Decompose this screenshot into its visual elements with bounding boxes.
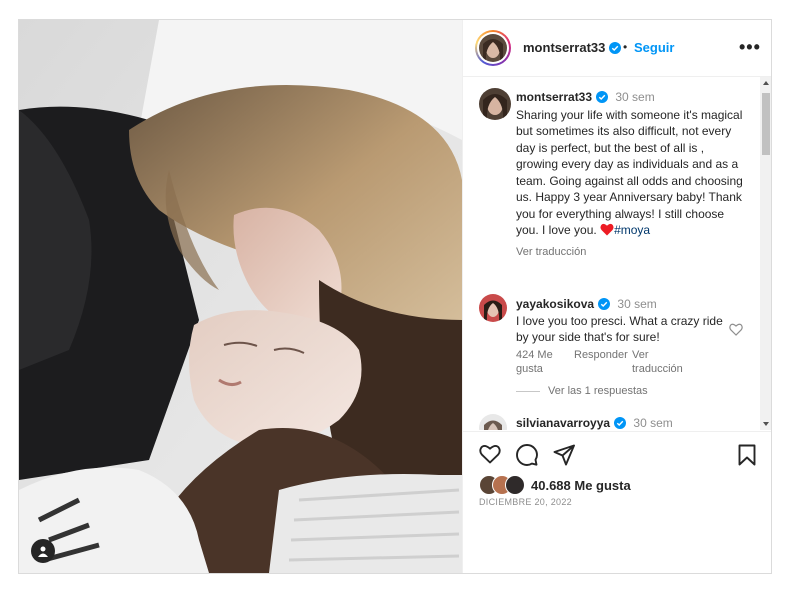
bookmark-icon[interactable] bbox=[738, 444, 756, 466]
comment-username[interactable]: silvianavarroyya bbox=[516, 416, 610, 430]
more-options-icon[interactable]: ••• bbox=[739, 37, 761, 58]
scrollbar-thumb[interactable] bbox=[762, 93, 770, 155]
red-heart-icon bbox=[600, 223, 614, 236]
view-replies-label: Ver las 1 respuestas bbox=[548, 385, 648, 397]
avatar bbox=[479, 34, 507, 62]
caption: montserrat33 30 sem Sharing your life wi… bbox=[516, 89, 748, 260]
comment-text: I love you too presci. What a crazy ride… bbox=[516, 313, 723, 345]
story-ring[interactable] bbox=[475, 30, 511, 66]
replies-divider bbox=[516, 390, 540, 392]
verified-badge-icon bbox=[598, 298, 611, 310]
heart-icon[interactable] bbox=[729, 323, 743, 336]
comment-timestamp[interactable]: 30 sem bbox=[633, 416, 672, 430]
post-date[interactable]: DICIEMBRE 20, 2022 bbox=[479, 497, 572, 507]
comment-item: yayakosikova 30 sem I love you too presc… bbox=[516, 296, 726, 376]
caption-timestamp[interactable]: 30 sem bbox=[615, 90, 654, 104]
likers-avatars bbox=[479, 475, 529, 495]
likes-count[interactable]: 40.688 Me gusta bbox=[531, 478, 631, 493]
comment-username[interactable]: yayakosikova bbox=[516, 297, 594, 311]
post-header: montserrat33 • Seguir ••• bbox=[463, 20, 771, 77]
follow-button[interactable]: Seguir bbox=[634, 40, 674, 55]
avatar[interactable] bbox=[479, 294, 507, 322]
comment-icon[interactable] bbox=[516, 444, 538, 466]
scroll-up-arrow-icon[interactable] bbox=[763, 81, 769, 85]
comments-scrollbar[interactable] bbox=[760, 77, 771, 430]
scroll-down-arrow-icon[interactable] bbox=[763, 422, 769, 426]
separator-dot: • bbox=[623, 40, 628, 54]
comment-item: silvianavarroyya 30 sem bbox=[516, 416, 673, 430]
instagram-post: montserrat33 • Seguir ••• montserrat33 3… bbox=[18, 19, 772, 574]
comments-list[interactable]: montserrat33 30 sem Sharing your life wi… bbox=[463, 77, 771, 430]
reply-button[interactable]: Responder bbox=[574, 348, 632, 376]
user-tag-icon[interactable] bbox=[31, 539, 55, 563]
caption-username[interactable]: montserrat33 bbox=[516, 90, 592, 104]
avatar[interactable] bbox=[479, 88, 511, 120]
comment-timestamp[interactable]: 30 sem bbox=[617, 297, 656, 311]
post-sidebar: montserrat33 • Seguir ••• montserrat33 3… bbox=[462, 20, 771, 573]
post-author-username[interactable]: montserrat33 bbox=[523, 40, 622, 55]
caption-text: Sharing your life with someone it's magi… bbox=[516, 107, 743, 238]
comment-like-count[interactable]: 424 Me gusta bbox=[516, 348, 574, 376]
heart-icon[interactable] bbox=[479, 444, 501, 464]
avatar[interactable] bbox=[479, 414, 507, 430]
likes-summary[interactable]: 40.688 Me gusta bbox=[479, 475, 631, 495]
hashtag-link[interactable]: #moya bbox=[614, 223, 650, 237]
post-photo[interactable] bbox=[19, 20, 462, 573]
post-actions bbox=[463, 431, 771, 472]
verified-badge-icon bbox=[614, 417, 627, 429]
verified-badge-icon bbox=[609, 42, 622, 54]
share-icon[interactable] bbox=[553, 444, 575, 466]
view-replies-button[interactable]: Ver las 1 respuestas bbox=[516, 385, 648, 397]
post-photo-image bbox=[19, 20, 462, 573]
see-translation-link[interactable]: Ver traducción bbox=[516, 244, 748, 261]
verified-badge-icon bbox=[596, 91, 609, 103]
comment-translate-link[interactable]: Ver traducción bbox=[632, 348, 702, 376]
